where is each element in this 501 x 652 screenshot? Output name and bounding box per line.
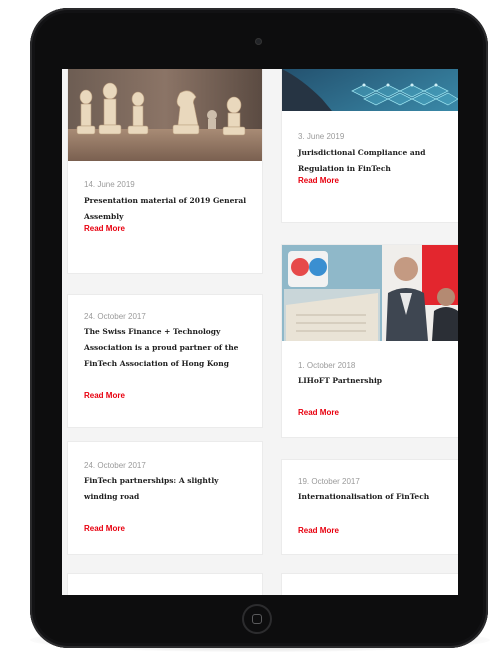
news-card[interactable]: 14. June 2019 Presentation material of 2… [68, 69, 262, 273]
post-date: 19. October 2017 [298, 477, 360, 486]
post-date: 1. October 2018 [298, 361, 356, 370]
news-card[interactable]: 1. October 2018 LIHoFT Partnership Read … [282, 245, 458, 437]
post-date: 24. October 2017 [84, 461, 146, 470]
camera-icon [255, 38, 262, 45]
read-more-link[interactable]: Read More [298, 526, 339, 535]
post-title[interactable]: The Swiss Finance + Technology Associati… [84, 324, 250, 372]
news-card[interactable]: 24. October 2017 The Swiss Finance + Tec… [68, 295, 262, 427]
post-title[interactable]: FinTech partnerships: A slightly winding… [84, 473, 250, 505]
city-network-image [282, 69, 458, 111]
post-title[interactable]: Presentation material of 2019 General As… [84, 193, 250, 225]
news-card-partial[interactable] [68, 574, 262, 595]
read-more-link[interactable]: Read More [298, 176, 339, 185]
read-more-link[interactable]: Read More [298, 408, 339, 417]
read-more-link[interactable]: Read More [84, 391, 125, 400]
post-date: 3. June 2019 [298, 132, 345, 141]
news-card[interactable]: 24. October 2017 FinTech partnerships: A… [68, 442, 262, 554]
post-date: 24. October 2017 [84, 312, 146, 321]
read-more-link[interactable]: Read More [84, 524, 125, 533]
post-title[interactable]: LIHoFT Partnership [298, 373, 446, 389]
post-date: 14. June 2019 [84, 180, 135, 189]
home-button[interactable] [242, 604, 272, 634]
read-more-link[interactable]: Read More [84, 224, 125, 233]
news-card-partial[interactable] [282, 574, 458, 595]
event-booth-image [282, 245, 458, 341]
post-title[interactable]: Jurisdictional Compliance and Regulation… [298, 145, 446, 177]
news-card[interactable]: 3. June 2019 Jurisdictional Compliance a… [282, 69, 458, 222]
news-card[interactable]: 19. October 2017 Internationalisation of… [282, 460, 458, 554]
chess-image [68, 69, 262, 161]
post-title[interactable]: Internationalisation of FinTech [298, 489, 446, 505]
home-square-icon [252, 614, 262, 624]
screen: 14. June 2019 Presentation material of 2… [62, 69, 458, 595]
